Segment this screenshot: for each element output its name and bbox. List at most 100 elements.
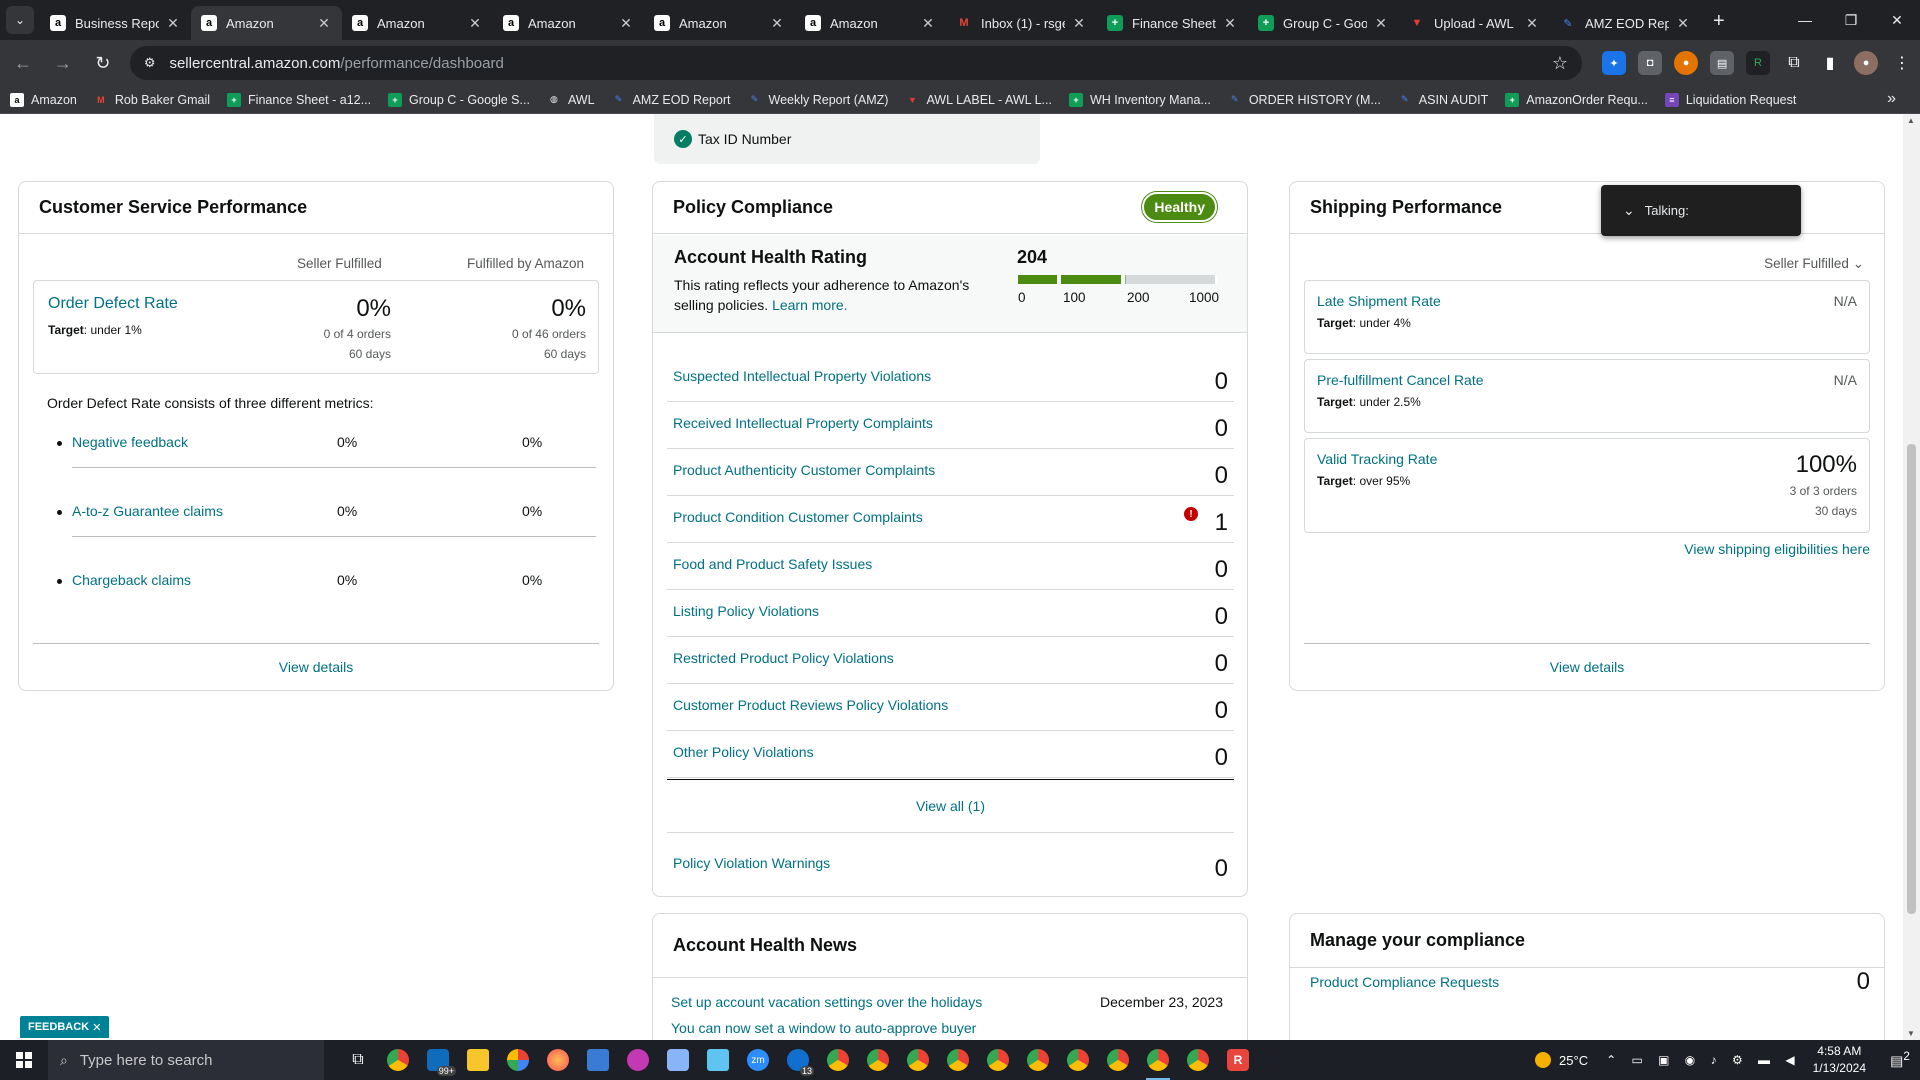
bookmark-item[interactable]: ✎ ORDER HISTORY (M... xyxy=(1228,93,1381,107)
extension-orange-icon[interactable]: ● xyxy=(1674,51,1699,75)
tray-icons[interactable]: ⌃ ▭ ▣ ◉ ♪ ⚙ ▬ ◀ xyxy=(1606,1053,1801,1067)
violation-link[interactable]: Received Intellectual Property Complaint… xyxy=(673,415,933,431)
close-tab-icon[interactable]: ✕ xyxy=(1524,15,1540,32)
chrome-icon[interactable] xyxy=(378,1040,418,1080)
chrome-profile-icon[interactable] xyxy=(858,1040,898,1080)
close-tab-icon[interactable]: ✕ xyxy=(1675,15,1691,32)
policy-warnings-link[interactable]: Policy Violation Warnings xyxy=(673,855,830,871)
scroll-up-icon[interactable]: ▲ xyxy=(1907,116,1915,125)
task-view-icon[interactable]: ⧉ xyxy=(338,1040,378,1080)
view-all-link[interactable]: View all (1) xyxy=(916,798,985,814)
violation-link[interactable]: Listing Policy Violations xyxy=(673,603,819,619)
page-scrollbar[interactable]: ▲ ▼ xyxy=(1903,114,1920,1040)
minimize-icon[interactable]: — xyxy=(1782,0,1828,40)
browser-tab[interactable]: a Business Repor ✕ xyxy=(40,6,191,40)
bookmark-item[interactable]: M Rob Baker Gmail xyxy=(94,93,210,107)
fulfillment-dropdown[interactable]: Seller Fulfilled ⌄ xyxy=(1764,256,1864,272)
news-item-link[interactable]: Set up account vacation settings over th… xyxy=(671,994,982,1010)
clock[interactable]: 4:58 AM 1/13/2024 xyxy=(1813,1043,1866,1077)
close-icon[interactable]: ✕ xyxy=(92,1021,101,1034)
bookmark-item[interactable]: ✎ ASIN AUDIT xyxy=(1398,93,1488,107)
violation-link[interactable]: Product Authenticity Customer Complaints xyxy=(673,462,935,478)
close-tab-icon[interactable]: ✕ xyxy=(1222,15,1238,32)
restore-icon[interactable]: ❐ xyxy=(1828,0,1874,40)
late-shipment-link[interactable]: Late Shipment Rate xyxy=(1317,293,1441,309)
feedback-button[interactable]: FEEDBACK ✕ xyxy=(20,1016,110,1038)
close-tab-icon[interactable]: ✕ xyxy=(769,15,785,32)
firefox-icon[interactable] xyxy=(538,1040,578,1080)
close-tab-icon[interactable]: ✕ xyxy=(316,15,332,32)
close-tab-icon[interactable]: ✕ xyxy=(1071,15,1087,32)
side-panel-icon[interactable]: ▮ xyxy=(1818,51,1842,75)
forward-icon[interactable]: → xyxy=(46,46,80,80)
sp-view-details-link[interactable]: View details xyxy=(1550,659,1624,675)
chrome-profile-icon[interactable] xyxy=(898,1040,938,1080)
new-tab-button[interactable]: + xyxy=(1713,10,1725,33)
extension-r-icon[interactable]: R xyxy=(1746,51,1771,75)
close-tab-icon[interactable]: ✕ xyxy=(165,15,181,32)
browser-tab[interactable]: + Finance Sheet ✕ xyxy=(1097,6,1248,40)
shipping-eligibilities-link[interactable]: View shipping eligibilities here xyxy=(1684,541,1870,557)
zoom-icon[interactable]: zm xyxy=(738,1040,778,1080)
bookmark-item[interactable]: ✎ AMZ EOD Report xyxy=(612,93,731,107)
calculator-icon[interactable] xyxy=(578,1040,618,1080)
violation-link[interactable]: Suspected Intellectual Property Violatio… xyxy=(673,368,931,384)
extension-blue-icon[interactable]: ✦ xyxy=(1602,51,1627,75)
browser-menu-icon[interactable]: ⋮ xyxy=(1890,51,1914,75)
reload-icon[interactable]: ↻ xyxy=(86,46,120,80)
talking-overlay[interactable]: ⌄ Talking: xyxy=(1601,185,1801,236)
scroll-down-icon[interactable]: ▼ xyxy=(1907,1029,1915,1038)
browser-tab[interactable]: a Amazon ✕ xyxy=(342,6,493,40)
violation-link[interactable]: Restricted Product Policy Violations xyxy=(673,650,894,666)
bookmark-item[interactable]: ✎ Weekly Report (AMZ) xyxy=(748,93,889,107)
metric-negative-feedback-link[interactable]: Negative feedback xyxy=(72,434,188,450)
browser-tab[interactable]: a Amazon ✕ xyxy=(493,6,644,40)
chrome-profile-icon[interactable] xyxy=(1058,1040,1098,1080)
bookmark-item[interactable]: ◍ AWL xyxy=(547,93,595,107)
tab-search-button[interactable]: ⌄ xyxy=(6,6,34,34)
browser-tab[interactable]: M Inbox (1) - rsge ✕ xyxy=(946,6,1097,40)
close-window-icon[interactable]: ✕ xyxy=(1874,0,1920,40)
violation-link[interactable]: Other Policy Violations xyxy=(673,744,814,760)
webex-icon[interactable]: 13 xyxy=(778,1040,818,1080)
file-explorer-icon[interactable] xyxy=(458,1040,498,1080)
weather-widget[interactable]: 25°C xyxy=(1535,1052,1588,1068)
bookmark-item[interactable]: ▼ AWL LABEL - AWL L... xyxy=(905,93,1052,107)
cancel-rate-link[interactable]: Pre-fulfillment Cancel Rate xyxy=(1317,372,1484,388)
bookmark-item[interactable]: + Finance Sheet - a12... xyxy=(227,92,371,107)
extension-image-icon[interactable]: ▤ xyxy=(1710,51,1735,75)
start-button[interactable] xyxy=(0,1040,48,1080)
scrollbar-thumb[interactable] xyxy=(1907,444,1916,914)
bookmark-item[interactable]: + AmazonOrder Requ... xyxy=(1505,92,1648,107)
violation-link[interactable]: Customer Product Reviews Policy Violatio… xyxy=(673,697,948,713)
metric-chargeback-link[interactable]: Chargeback claims xyxy=(72,572,191,588)
chrome-profile-icon[interactable] xyxy=(938,1040,978,1080)
bookmark-item[interactable]: + Group C - Google S... xyxy=(388,92,530,107)
browser-tab[interactable]: a Amazon ✕ xyxy=(191,6,342,40)
product-compliance-link[interactable]: Product Compliance Requests xyxy=(1310,974,1499,990)
extensions-puzzle-icon[interactable]: ⧉ xyxy=(1782,51,1806,75)
bookmark-item[interactable]: ≡ Liquidation Request xyxy=(1664,92,1796,107)
browser-tab[interactable]: a Amazon ✕ xyxy=(795,6,946,40)
back-icon[interactable]: ← xyxy=(6,46,40,80)
violation-link[interactable]: Product Condition Customer Complaints xyxy=(673,509,923,525)
news-item-link[interactable]: You can now set a window to auto-approve… xyxy=(671,1020,976,1036)
browser-tab[interactable]: a Amazon ✕ xyxy=(644,6,795,40)
taskbar-search[interactable]: ⌕ Type here to search xyxy=(48,1040,324,1080)
close-tab-icon[interactable]: ✕ xyxy=(1373,15,1389,32)
violation-link[interactable]: Food and Product Safety Issues xyxy=(673,556,872,572)
notification-center-icon[interactable]: ▤2 xyxy=(1880,1050,1920,1070)
app-purple-icon[interactable] xyxy=(618,1040,658,1080)
extension-off-icon[interactable]: ◘ xyxy=(1638,51,1663,75)
bookmark-star-icon[interactable]: ☆ xyxy=(1552,53,1568,74)
address-bar[interactable]: ⚙ sellercentral.amazon.com/performance/d… xyxy=(129,46,1583,80)
notepad-icon[interactable] xyxy=(698,1040,738,1080)
close-tab-icon[interactable]: ✕ xyxy=(920,15,936,32)
chrome-profile-icon[interactable] xyxy=(818,1040,858,1080)
close-tab-icon[interactable]: ✕ xyxy=(467,15,483,32)
order-defect-rate-link[interactable]: Order Defect Rate xyxy=(48,295,178,313)
site-info-icon[interactable]: ⚙ xyxy=(144,55,156,71)
tracking-rate-link[interactable]: Valid Tracking Rate xyxy=(1317,451,1437,467)
chrome-profile-icon[interactable] xyxy=(978,1040,1018,1080)
app-r-icon[interactable]: R xyxy=(1218,1040,1258,1080)
